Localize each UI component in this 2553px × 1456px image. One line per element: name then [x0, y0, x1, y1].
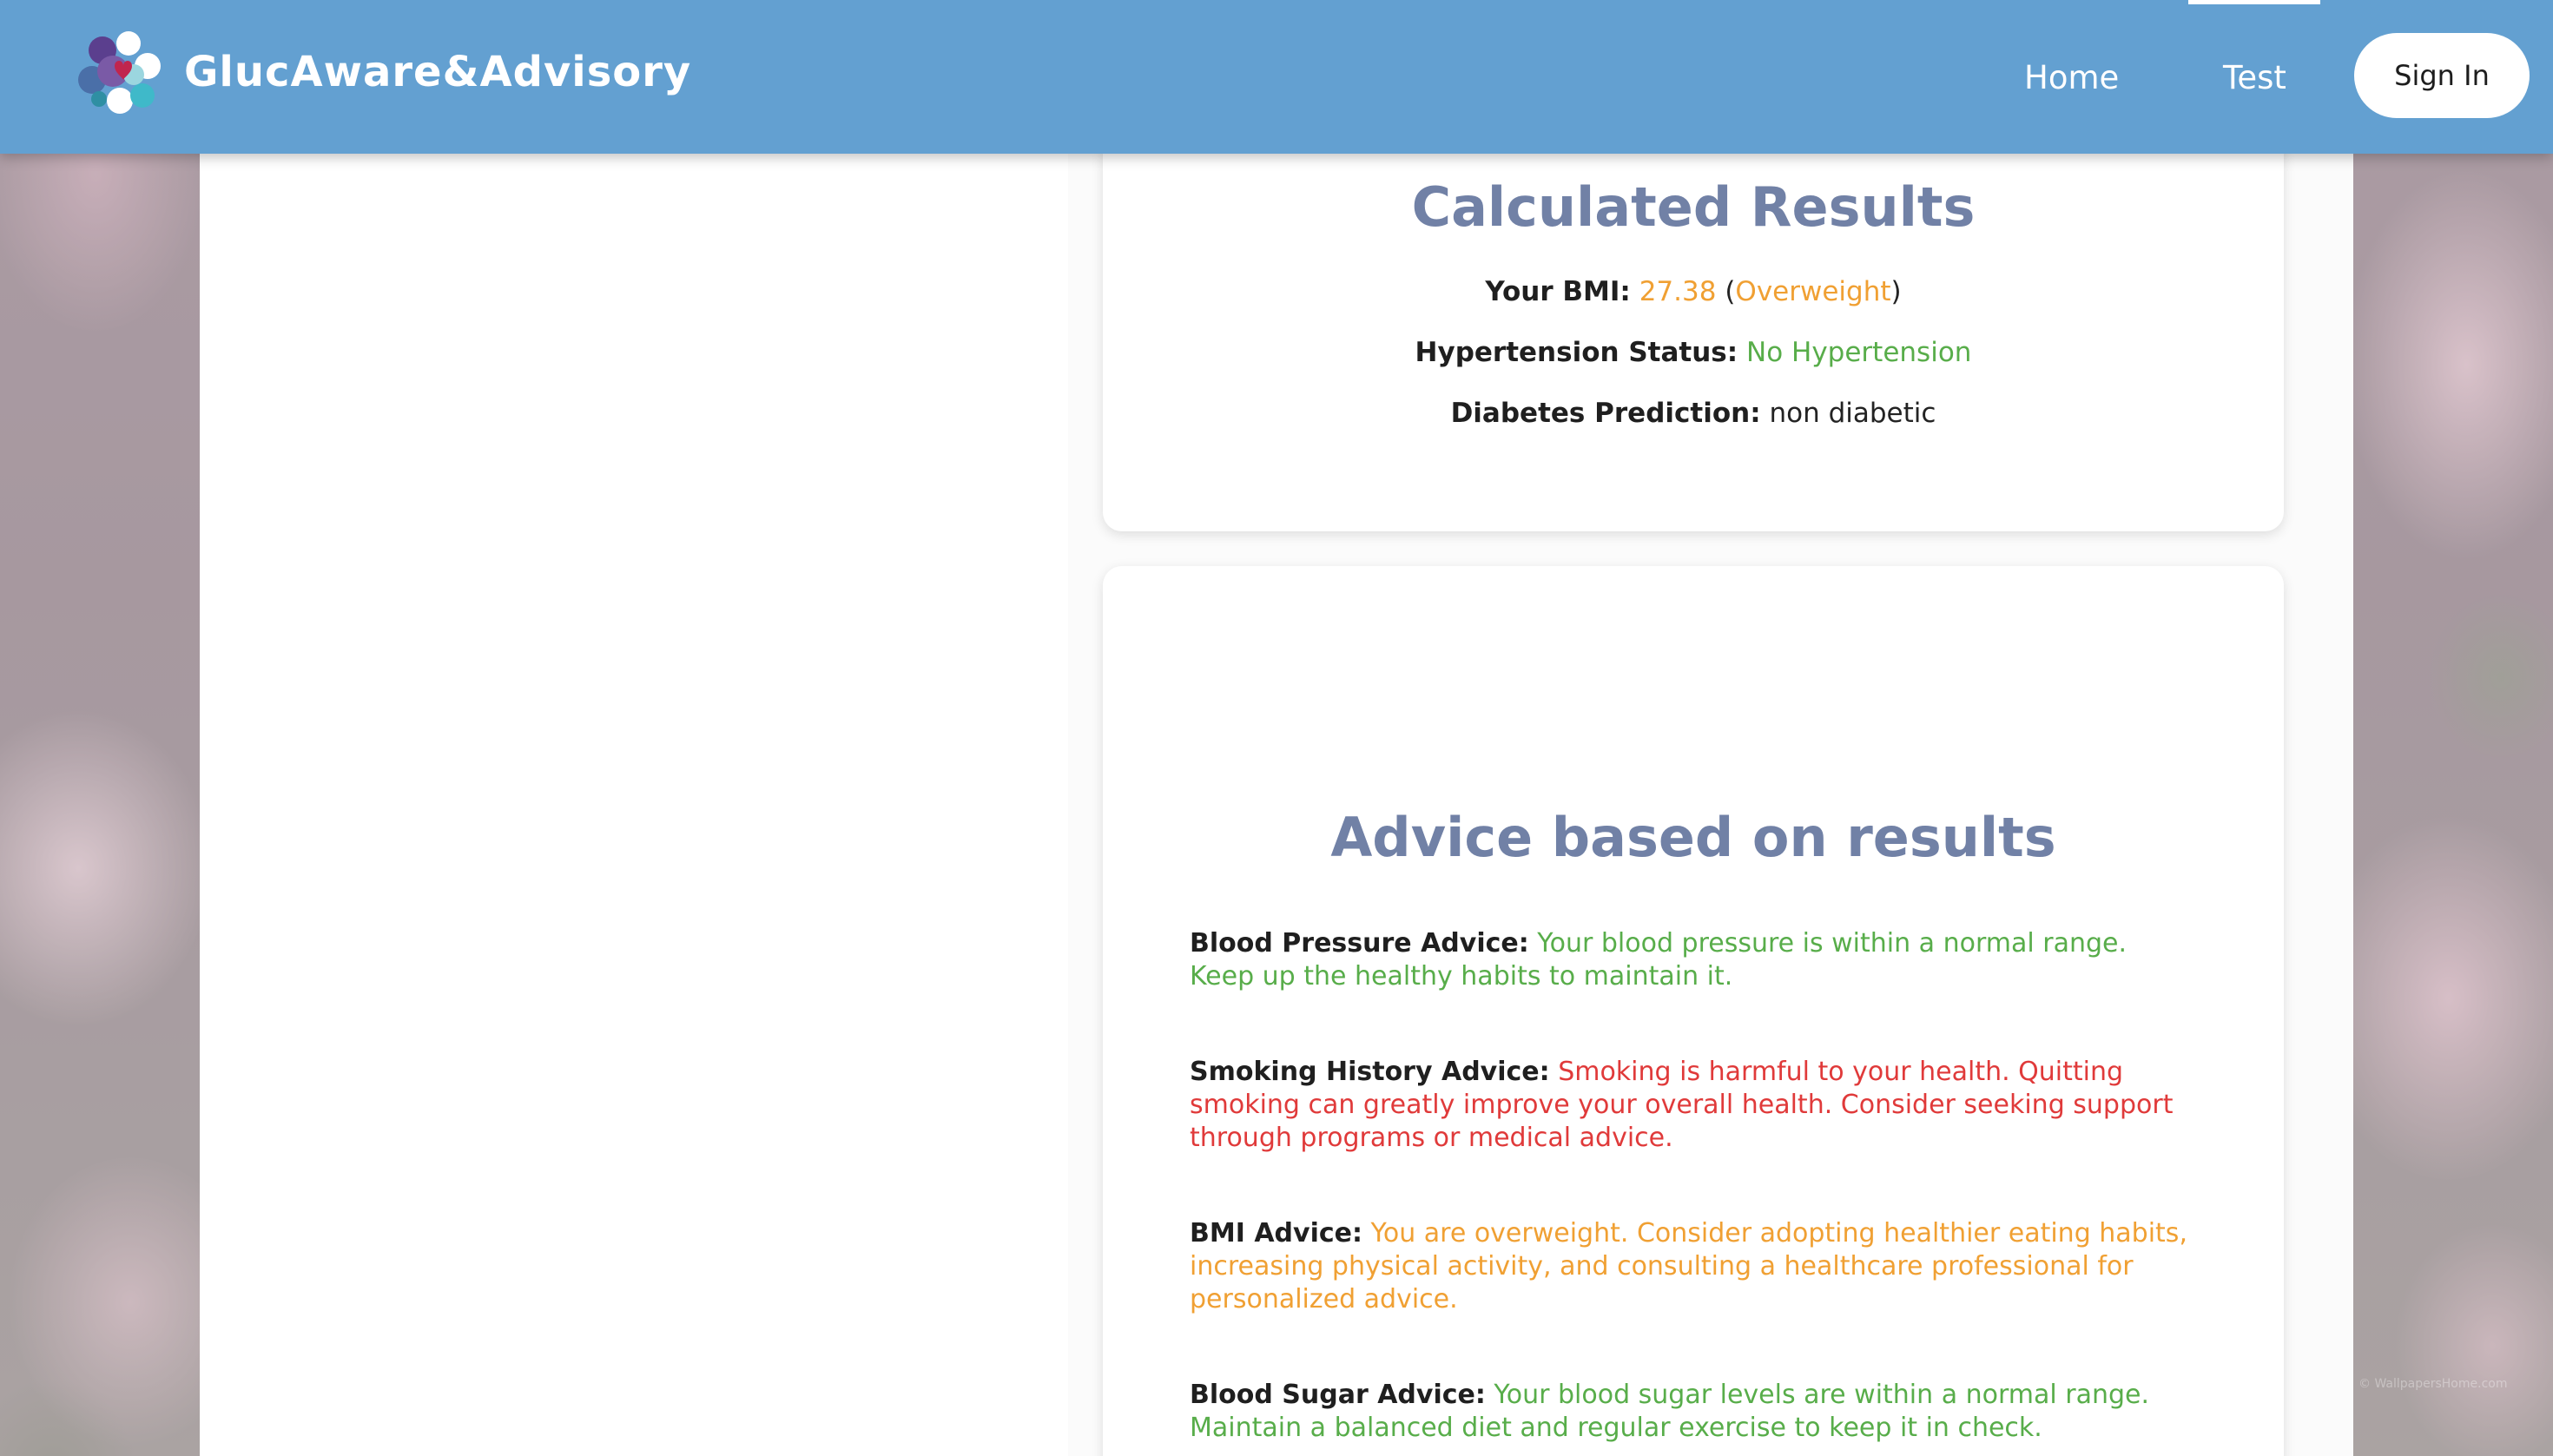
smoking-history-advice: Smoking History Advice: Smoking is harmf…: [1190, 1056, 2197, 1155]
bmi-result: Your BMI: 27.38 (Overweight): [1103, 276, 2284, 307]
bmi-advice: BMI Advice: You are overweight. Consider…: [1190, 1217, 2197, 1316]
hypertension-label: Hypertension Status:: [1415, 337, 1738, 368]
hypertension-result: Hypertension Status: No Hypertension: [1103, 337, 2284, 368]
sign-in-button[interactable]: Sign In: [2354, 33, 2530, 118]
advice-label: Blood Pressure Advice:: [1190, 928, 1529, 959]
navbar: GlucAware&Advisory Home Test Sign In: [0, 0, 2553, 154]
nav-home-link[interactable]: Home: [2024, 59, 2119, 96]
advice-title: Advice based on results: [1330, 806, 2056, 869]
blood-pressure-advice: Blood Pressure Advice: Your blood pressu…: [1190, 927, 2197, 993]
advice-label: Smoking History Advice:: [1190, 1057, 1550, 1087]
bmi-close-paren: ): [1890, 276, 1902, 307]
left-content-panel: [200, 154, 1068, 1456]
nav-test-link[interactable]: Test: [2223, 59, 2286, 96]
heart-puzzle-logo-icon: [68, 24, 175, 120]
hypertension-value: No Hypertension: [1746, 337, 1972, 368]
bmi-category: Overweight: [1735, 276, 1891, 307]
calculated-results-card: Calculated Results Your BMI: 27.38 (Over…: [1103, 130, 2284, 531]
advice-card: Advice based on results Blood Pressure A…: [1103, 566, 2284, 1456]
blood-sugar-advice: Blood Sugar Advice: Your blood sugar lev…: [1190, 1379, 2197, 1445]
diabetes-label: Diabetes Prediction:: [1450, 398, 1761, 429]
diabetes-value: non diabetic: [1769, 398, 1936, 429]
results-title: Calculated Results: [1411, 175, 1976, 239]
brand[interactable]: GlucAware&Advisory: [68, 24, 691, 120]
background-watermark: © WallpapersHome.com: [2358, 1377, 2508, 1391]
bmi-open-paren: (: [1725, 276, 1736, 307]
advice-label: BMI Advice:: [1190, 1218, 1362, 1248]
nav-active-indicator: [2188, 0, 2320, 4]
brand-name: GlucAware&Advisory: [184, 48, 692, 96]
bmi-value: 27.38: [1639, 276, 1717, 307]
bmi-label: Your BMI:: [1485, 276, 1631, 307]
advice-label: Blood Sugar Advice:: [1190, 1380, 1486, 1410]
diabetes-result: Diabetes Prediction: non diabetic: [1103, 398, 2284, 429]
